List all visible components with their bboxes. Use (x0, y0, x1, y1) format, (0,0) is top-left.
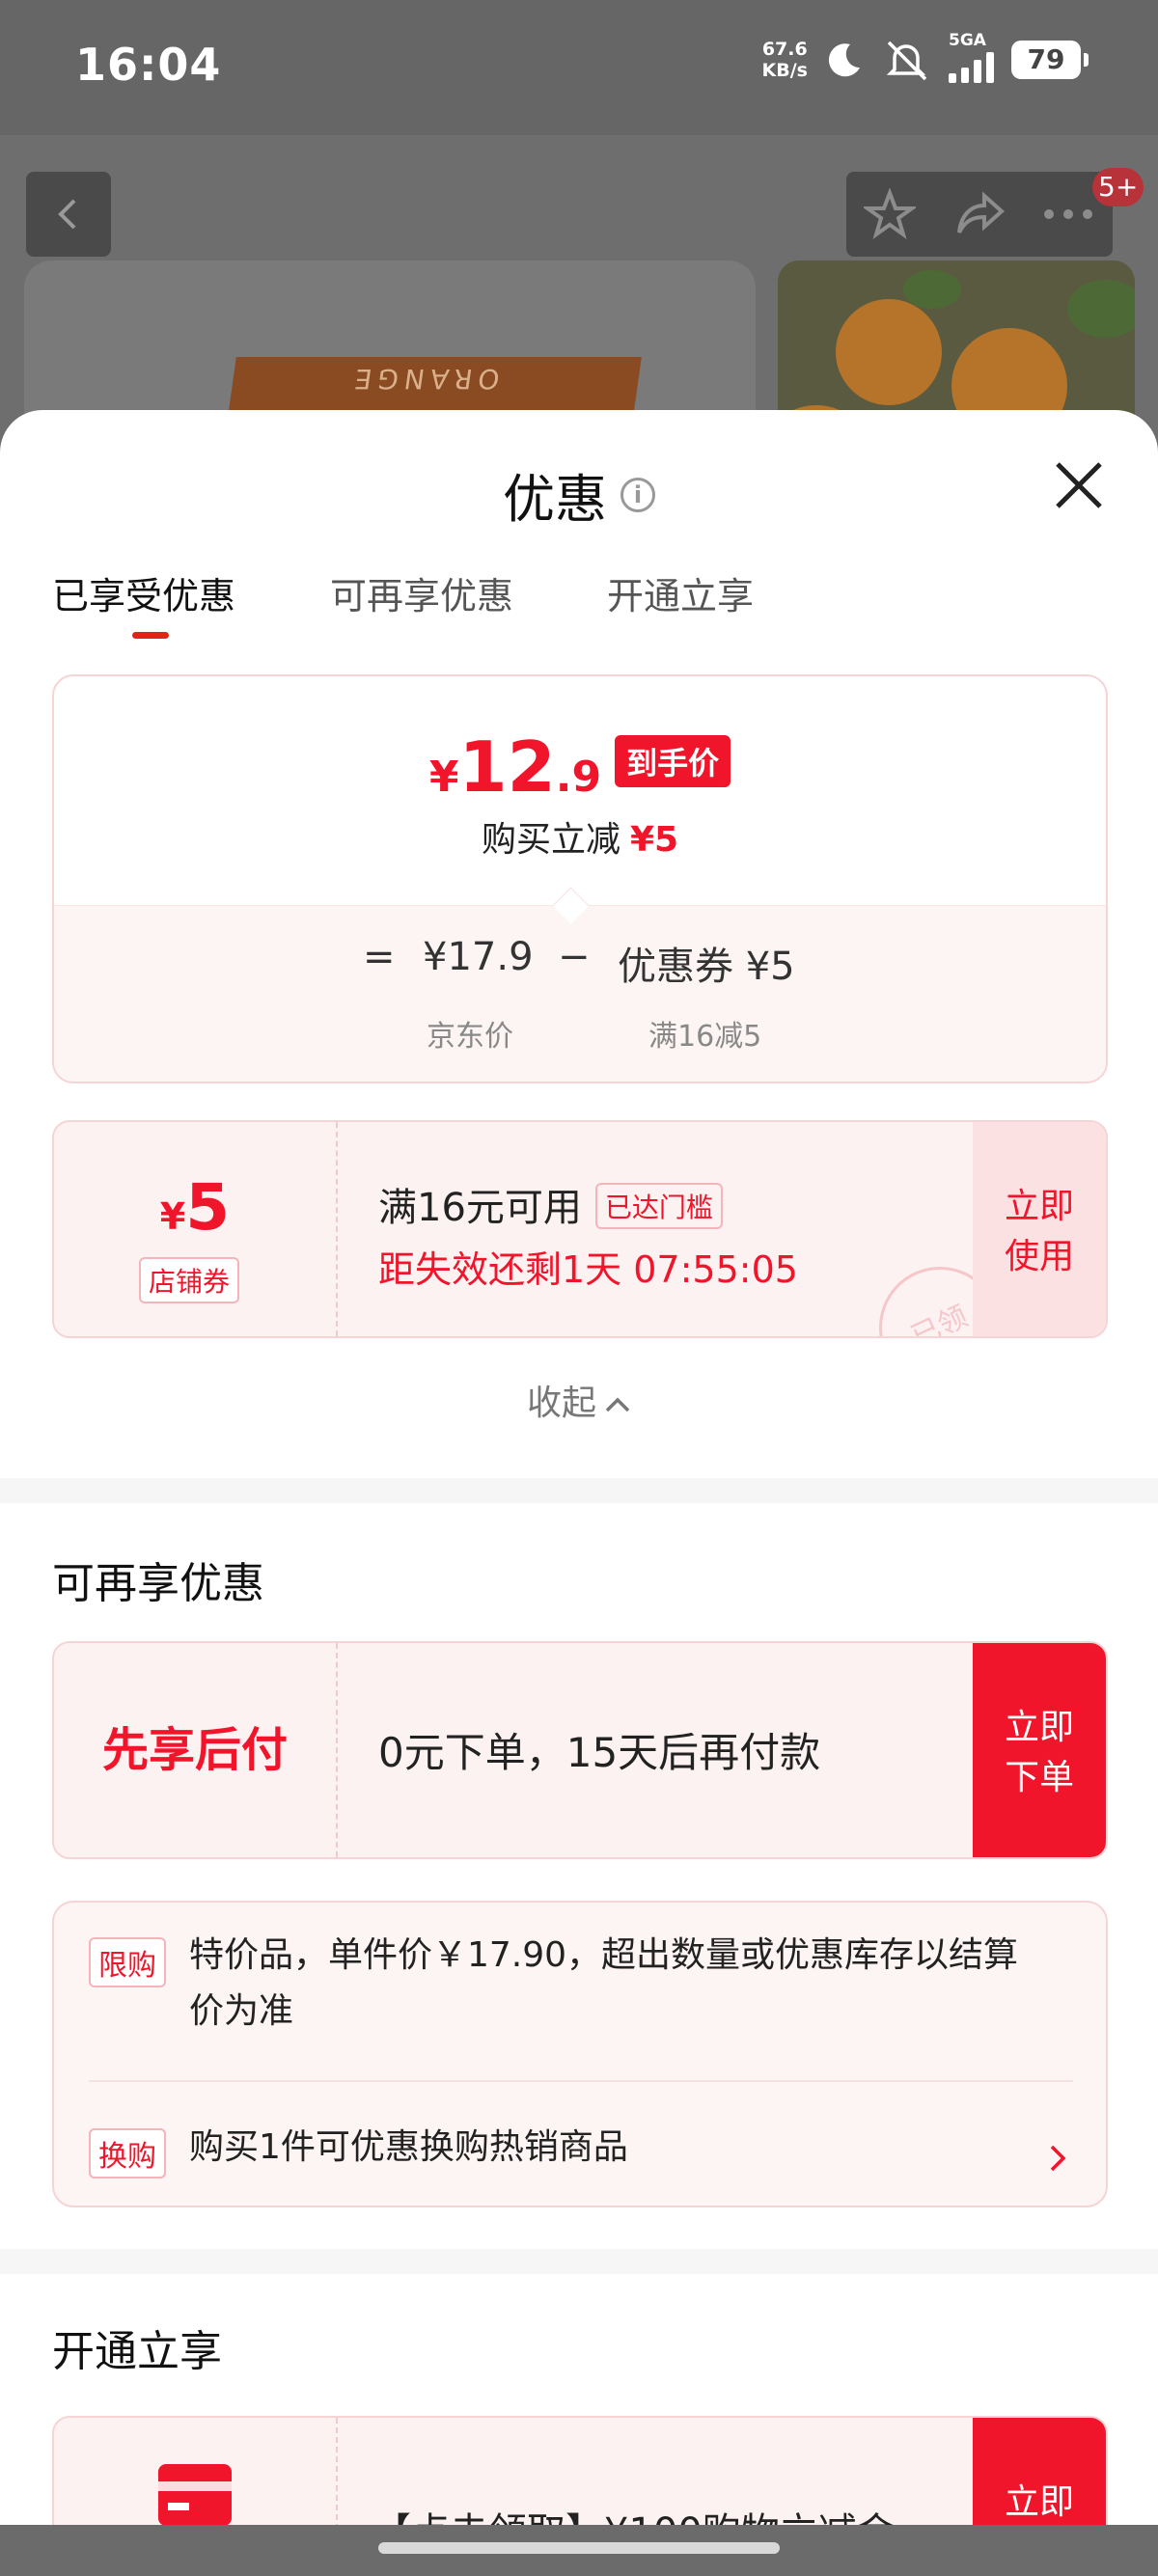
section-divider (0, 1478, 1158, 1503)
formula-jd-price: ¥17.9 (423, 935, 534, 979)
coupon-value: ¥5 店铺券 (54, 1122, 338, 1336)
close-icon[interactable] (1052, 458, 1106, 512)
chevron-right-icon[interactable] (1048, 2144, 1067, 2173)
network-speed-value: 67.6 (761, 39, 808, 60)
use-now-button[interactable]: 立即 使用 (973, 1122, 1106, 1336)
chevron-up-icon (605, 1397, 630, 1412)
network-type: 5GA (949, 31, 986, 50)
card-icon (158, 2464, 232, 2526)
exchange-desc[interactable]: 购买1件可优惠换购热销商品 (189, 2120, 628, 2176)
reduce-label: 购买立减 (481, 820, 620, 860)
status-bar: 16:04 67.6 KB/s 5GA 79 (0, 0, 1158, 135)
collapse-button[interactable]: 收起 (0, 1375, 1158, 1425)
pay-later-desc: 0元下单，15天后再付款 (378, 1729, 821, 1776)
gesture-bar (0, 2525, 1158, 2576)
final-price-card: ¥12.9 到手价 购买立减 ¥5 = ¥17.9 − 优惠券 ¥5 京东价 满16… (52, 674, 1108, 1083)
network-speed-unit: KB/s (761, 60, 808, 81)
price-breakdown: = ¥17.9 − 优惠券 ¥5 京东价 满16减5 (54, 905, 1106, 1082)
box-text: ORANGE (346, 363, 502, 395)
instant-reduction: 购买立减 ¥5 (54, 811, 1106, 862)
sheet-title: 优惠 i (0, 456, 1158, 533)
network-speed: 67.6 KB/s (762, 39, 808, 81)
promo-list: 限购 特价品，单件价￥17.90，超出数量或优惠库存以结算 价为准 换购 购买1… (52, 1901, 1108, 2207)
limit-desc-line1: 特价品，单件价￥17.90，超出数量或优惠库存以结算 (189, 1935, 1019, 1975)
coupon-expiry-timer: 距失效还剩1天 07:55:05 (378, 1248, 798, 1291)
price-currency: ¥ (428, 753, 459, 802)
formula-equals: = (363, 935, 396, 979)
tab-open-now[interactable]: 开通立享 (607, 566, 754, 619)
discount-sheet: 优惠 i 已享受优惠 可再享优惠 开通立享 ¥12.9 到手价 购买立减 ¥5 = ¥… (0, 410, 1158, 2576)
formula-coupon: 优惠券 ¥5 (618, 945, 795, 989)
open-now-title: 开通立享 (52, 2327, 222, 2376)
reduce-amount: ¥5 (629, 820, 679, 860)
coupon-amount: ¥5 (54, 1170, 336, 1245)
coupon-condition-text: 满16元可用 (378, 1186, 582, 1230)
sheet-title-text: 优惠 (503, 469, 607, 530)
signal-icon: 5GA (949, 31, 994, 83)
coupon-type-tag: 店铺券 (139, 1257, 240, 1303)
chevron-left-icon (58, 199, 76, 230)
tab-indicator (132, 632, 169, 639)
collapse-label: 收起 (526, 1384, 596, 1423)
product-page-dimmed: 5+ ORANGE (0, 135, 1158, 511)
more-offers-title: 可再享优惠 (52, 1559, 264, 1608)
pay-later-offer: 先享后付 0元下单，15天后再付款 立即 下单 (52, 1641, 1108, 1859)
status-time: 16:04 (75, 39, 222, 91)
coupon-currency: ¥ (159, 1195, 186, 1238)
back-button[interactable] (26, 172, 111, 257)
coupon-rule: 满16减5 (648, 1020, 762, 1054)
store-coupon: ¥5 店铺券 满16元可用 已达门槛 距失效还剩1天 07:55:05 已领 立即… (52, 1120, 1108, 1338)
pay-later-name: 先享后付 (54, 1643, 338, 1857)
message-badge: 5+ (1092, 168, 1144, 206)
price-decimal: .9 (555, 753, 602, 802)
tab-enjoyed[interactable]: 已享受优惠 (52, 566, 235, 619)
share-icon[interactable] (951, 188, 1006, 240)
top-toolbar (846, 172, 1113, 257)
more-icon[interactable] (1041, 205, 1095, 224)
star-icon[interactable] (864, 188, 917, 240)
section-divider-2 (0, 2249, 1158, 2274)
order-now-button[interactable]: 立即 下单 (973, 1643, 1106, 1857)
promo-separator (89, 2080, 1073, 2082)
final-price-tag: 到手价 (615, 735, 731, 787)
coupon-condition: 满16元可用 已达门槛 (378, 1176, 723, 1232)
tab-more-offers[interactable]: 可再享优惠 (330, 566, 513, 619)
final-price: ¥12.9 到手价 (54, 726, 1106, 808)
battery-icon: 79 (1011, 41, 1089, 79)
jd-price-label: 京东价 (427, 1020, 513, 1054)
threshold-reached-tag: 已达门槛 (594, 1183, 723, 1229)
coupon-number: 5 (185, 1170, 231, 1245)
tab-bar: 已享受优惠 可再享优惠 开通立享 (0, 566, 1158, 634)
limit-tag: 限购 (89, 1937, 166, 1987)
formula-minus: − (558, 935, 591, 979)
price-integer: 12 (458, 726, 556, 808)
moon-icon (828, 43, 860, 77)
info-icon[interactable]: i (620, 477, 655, 512)
limit-desc-line2: 价为准 (189, 1991, 294, 2031)
status-icons: 67.6 KB/s 5GA 79 (762, 31, 1089, 83)
bell-muted-icon (886, 41, 927, 81)
exchange-tag: 换购 (89, 2128, 166, 2179)
home-indicator[interactable] (378, 2542, 780, 2554)
